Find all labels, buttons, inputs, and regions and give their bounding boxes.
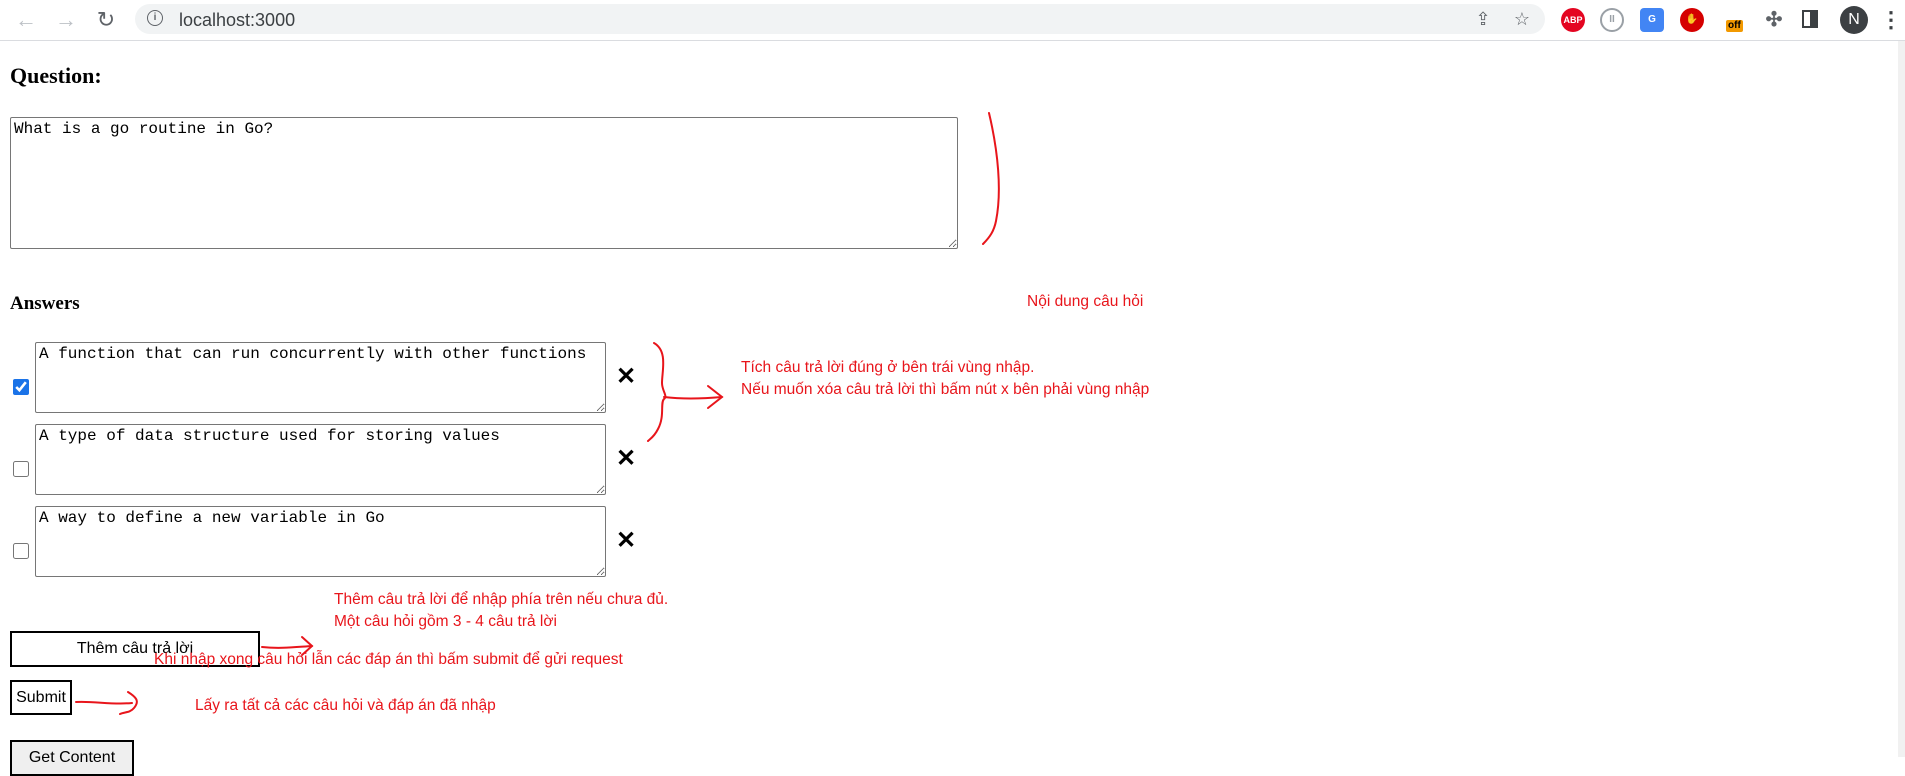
question-bracket-stroke — [982, 112, 1000, 245]
share-icon[interactable]: ⇪ — [1473, 9, 1493, 29]
annotation-strokes — [75, 112, 1000, 715]
address-bar[interactable]: i localhost:3000 ⇪ ☆ — [135, 4, 1545, 34]
answers-arrow-stroke — [663, 396, 723, 400]
off-extension-icon[interactable]: off — [1720, 8, 1744, 32]
submit-arrow-stroke — [75, 700, 133, 705]
back-arrow-icon[interactable]: ← — [12, 6, 40, 34]
extensions-puzzle-icon[interactable]: ✣ — [1762, 8, 1786, 32]
profile-avatar[interactable]: N — [1840, 6, 1868, 34]
stop-hand-icon[interactable]: ✋ — [1680, 8, 1704, 32]
page-scrollbar[interactable] — [1898, 41, 1905, 757]
answers-brace-stroke — [647, 342, 667, 442]
address-url[interactable]: localhost:3000 — [179, 10, 295, 31]
side-panel-icon[interactable] — [1802, 10, 1818, 28]
menu-kebab-icon[interactable]: ⋮ — [1880, 8, 1902, 32]
site-info-icon[interactable]: i — [147, 10, 163, 26]
pause-extension-icon[interactable]: II — [1600, 8, 1624, 32]
browser-toolbar: ← → ↻ i localhost:3000 ⇪ ☆ ABP II G ✋ of… — [0, 0, 1905, 41]
add-arrow-stroke — [261, 645, 313, 649]
google-translate-icon[interactable]: G — [1640, 8, 1664, 32]
reload-icon[interactable]: ↻ — [92, 6, 120, 34]
forward-arrow-icon[interactable]: → — [52, 6, 80, 34]
bookmark-star-icon[interactable]: ☆ — [1512, 9, 1532, 29]
adblock-plus-icon[interactable]: ABP — [1561, 8, 1585, 32]
off-badge: off — [1726, 20, 1743, 32]
page-content: Question: What is a go routine in Go? An… — [0, 41, 1905, 776]
